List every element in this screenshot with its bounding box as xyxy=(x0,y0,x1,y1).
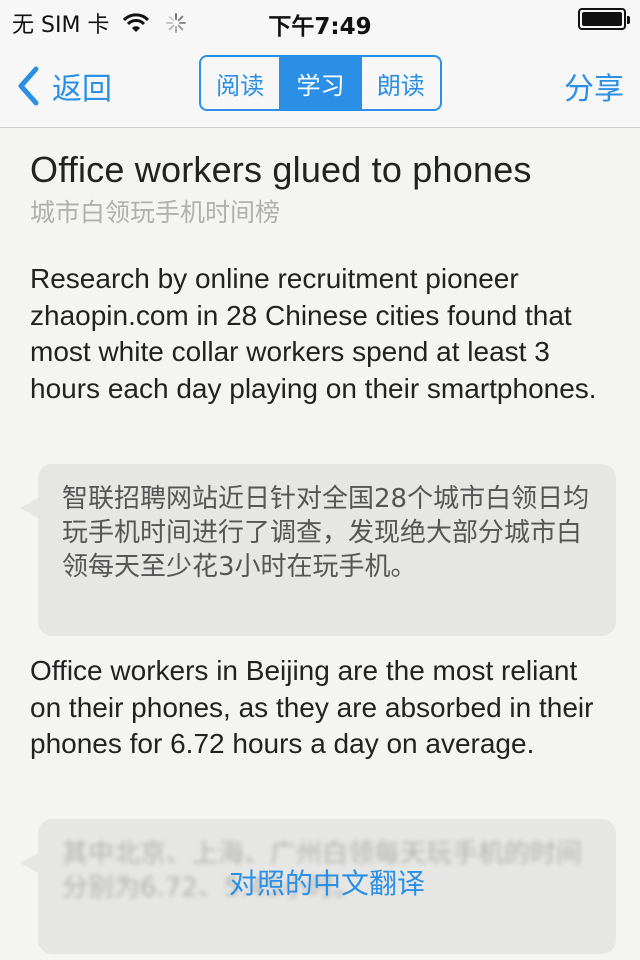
chinese-translation-text: 智联招聘网站近日针对全国28个城市白领日均玩手机时间进行了调查，发现绝大部分城市… xyxy=(62,484,590,582)
chevron-left-icon xyxy=(18,66,39,106)
battery-icon xyxy=(578,8,630,30)
status-time: 下午7:49 xyxy=(268,14,372,40)
article-subtitle: 城市白领玩手机时间榜 xyxy=(30,198,281,227)
segment-study[interactable]: 学习 xyxy=(279,57,360,109)
back-button[interactable]: 返回 xyxy=(16,64,112,108)
mode-segmented-control: 阅读 学习 朗读 xyxy=(199,55,442,111)
share-button[interactable]: 分享 xyxy=(564,64,624,108)
navigation-bar: 返回 阅读 学习 朗读 分享 xyxy=(0,40,640,128)
article-content[interactable]: Office workers glued to phones 城市白领玩手机时间… xyxy=(0,129,640,960)
status-bar: 无 SIM 卡 下午7:49 xyxy=(0,0,640,40)
back-label: 返回 xyxy=(52,72,112,107)
segment-listen[interactable]: 朗读 xyxy=(359,57,440,109)
english-paragraph: Research by online recruitment pioneer z… xyxy=(30,263,597,404)
english-paragraph: Office workers in Beijing are the most r… xyxy=(30,655,594,759)
article-title: Office workers glued to phones xyxy=(30,149,532,190)
hidden-translation-bubble[interactable]: 其中北京、上海、广州白领每天玩手机的时间分别为6.72、5.45小时。 对照的中… xyxy=(20,819,616,954)
show-translation-button[interactable]: 对照的中文翻译 xyxy=(38,867,616,901)
status-right xyxy=(578,8,630,30)
chinese-translation-bubble: 智联招聘网站近日针对全国28个城市白领日均玩手机时间进行了调查，发现绝大部分城市… xyxy=(20,464,616,636)
segment-read[interactable]: 阅读 xyxy=(201,57,279,109)
